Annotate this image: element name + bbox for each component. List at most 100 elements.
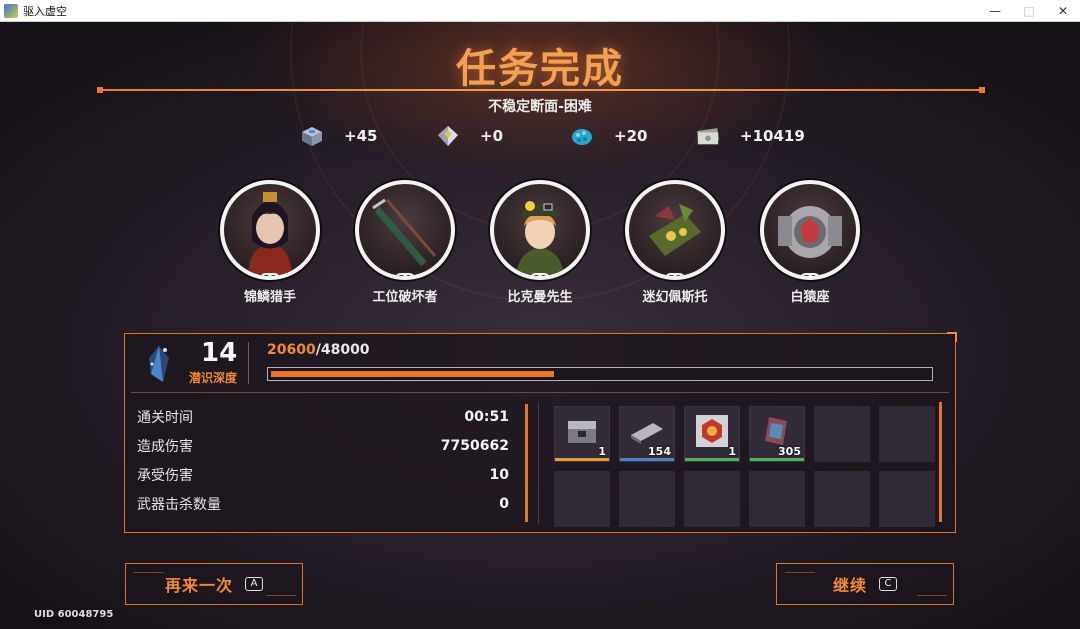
- loot-scrollbar[interactable]: [939, 402, 942, 522]
- retry-label: 再来一次: [164, 576, 233, 595]
- rarity-strip: [620, 458, 674, 461]
- mission-complete-heading: 任务完成: [456, 45, 624, 92]
- divider: [131, 392, 949, 393]
- crystal-shard-icon: [438, 126, 458, 146]
- empty-slot: [814, 406, 870, 462]
- team-member[interactable]: 30 迷幻佩斯托: [620, 180, 730, 305]
- stat-row: 武器击杀数量 0: [137, 489, 509, 518]
- exp-total: 48000: [320, 342, 370, 358]
- depth-label: 潜识深度: [189, 371, 238, 385]
- character-name: 比克曼先生: [507, 290, 573, 305]
- team-member[interactable]: 30 白猿座: [755, 180, 865, 305]
- loot-slot[interactable]: 305: [749, 406, 805, 462]
- mech-portrait: 30: [760, 180, 860, 280]
- app-icon: [4, 3, 18, 18]
- continue-label: 继续: [832, 576, 867, 595]
- stat-label: 通关时间: [137, 409, 193, 426]
- rarity-strip: [750, 458, 804, 461]
- window-title: 驱入虚空: [23, 4, 67, 18]
- continue-hotkey: C: [879, 577, 897, 591]
- stat-value: 0: [499, 495, 509, 512]
- results-panel: 14 潜识深度 20600/48000 通关时间 00:51 造成伤害 775066…: [124, 332, 957, 533]
- close-button[interactable]: ✕: [1046, 0, 1080, 22]
- stat-row: 承受伤害 10: [137, 460, 509, 489]
- player-uid: UID 60048795: [34, 609, 114, 620]
- rarity-strip: [555, 458, 609, 461]
- team-member[interactable]: 30 锦鳞猎手: [215, 180, 325, 305]
- empty-slot: [749, 471, 805, 527]
- game-screen: 任务完成 不稳定断面-困难 +45 +0 +20 +10419 30 锦鳞猎手 …: [0, 22, 1080, 629]
- stat-label: 承受伤害: [137, 467, 193, 484]
- empty-slot: [879, 406, 935, 462]
- reward-row: +45 +0 +20 +10419: [0, 122, 1080, 150]
- level-badge: 30: [259, 273, 281, 276]
- character-name: 锦鳞猎手: [243, 290, 296, 305]
- exp-current: 20600: [267, 342, 316, 358]
- maximize-button[interactable]: □: [1012, 0, 1046, 22]
- retry-button[interactable]: 再来一次 A: [125, 563, 303, 605]
- item-count: 1: [598, 445, 606, 458]
- hexagon-emblem-icon: [696, 414, 728, 447]
- window-titlebar: 驱入虚空 — □ ✕: [0, 0, 1080, 22]
- loot-grid: 1 154 1 305: [554, 406, 935, 527]
- cube-container-icon: [302, 127, 322, 146]
- depth-crystal-icon: [149, 346, 169, 382]
- level-badge: 30: [799, 273, 821, 276]
- stat-value: 10: [489, 466, 509, 483]
- exp-counter: 20600/48000: [267, 342, 370, 358]
- team-member[interactable]: 30 比克曼先生: [485, 180, 595, 305]
- rarity-strip: [685, 458, 739, 461]
- empty-slot: [554, 471, 610, 527]
- stat-label: 武器击杀数量: [137, 496, 221, 513]
- character-portrait: 30: [220, 180, 320, 280]
- stat-value: 7750662: [440, 437, 509, 454]
- heading-divider: [97, 87, 985, 93]
- reward-item: +20: [570, 122, 647, 150]
- loot-slot[interactable]: 154: [619, 406, 675, 462]
- divider: [538, 402, 539, 524]
- reward-item: +0: [436, 122, 503, 150]
- stat-row: 通关时间 00:51: [137, 402, 509, 431]
- stage-name: 不稳定断面-困难: [488, 99, 592, 115]
- reward-amount: +0: [480, 127, 504, 145]
- blue-ore-icon: [572, 129, 592, 145]
- continue-button[interactable]: 继续 C: [776, 563, 954, 605]
- stat-label: 造成伤害: [137, 438, 193, 455]
- weapon-portrait: 30: [625, 180, 725, 280]
- reward-amount: +20: [614, 127, 648, 145]
- item-count: 1: [728, 445, 736, 458]
- reward-item: +10419: [696, 122, 805, 150]
- exp-progress-bar: [267, 367, 933, 381]
- reward-item: +45: [300, 122, 377, 150]
- empty-slot: [619, 471, 675, 527]
- stats-scrollbar[interactable]: [525, 404, 528, 522]
- weapon-portrait: 30: [355, 180, 455, 280]
- reward-amount: +45: [344, 127, 378, 145]
- weapon-name: 工位破坏者: [372, 290, 438, 305]
- empty-slot: [879, 471, 935, 527]
- stat-row: 造成伤害 7750662: [137, 431, 509, 460]
- loot-slot[interactable]: 1: [554, 406, 610, 462]
- mech-name: 白猿座: [790, 290, 830, 305]
- level-badge: 30: [529, 273, 551, 276]
- level-badge: 30: [394, 273, 416, 276]
- depth-value: 14: [201, 338, 238, 368]
- team-roster: 30 锦鳞猎手 30 工位破坏者 30 比克曼先生 30 迷幻佩斯托 30 白猿…: [0, 180, 1080, 310]
- minimize-button[interactable]: —: [978, 0, 1012, 22]
- item-count: 305: [778, 445, 801, 458]
- stats-list: 通关时间 00:51 造成伤害 7750662 承受伤害 10 武器击杀数量 0: [137, 402, 509, 518]
- empty-slot: [814, 471, 870, 527]
- divider: [248, 342, 249, 384]
- exp-progress-fill: [271, 371, 554, 377]
- level-badge: 30: [664, 273, 686, 276]
- stat-value: 00:51: [464, 408, 509, 425]
- character-portrait: 30: [490, 180, 590, 280]
- weapon-name: 迷幻佩斯托: [642, 290, 708, 305]
- loot-slot[interactable]: 1: [684, 406, 740, 462]
- empty-slot: [684, 471, 740, 527]
- team-member[interactable]: 30 工位破坏者: [350, 180, 460, 305]
- supply-crate-icon: [568, 420, 596, 443]
- credit-bills-icon: [697, 128, 719, 145]
- retry-hotkey: A: [245, 577, 263, 591]
- reward-amount: +10419: [740, 127, 805, 145]
